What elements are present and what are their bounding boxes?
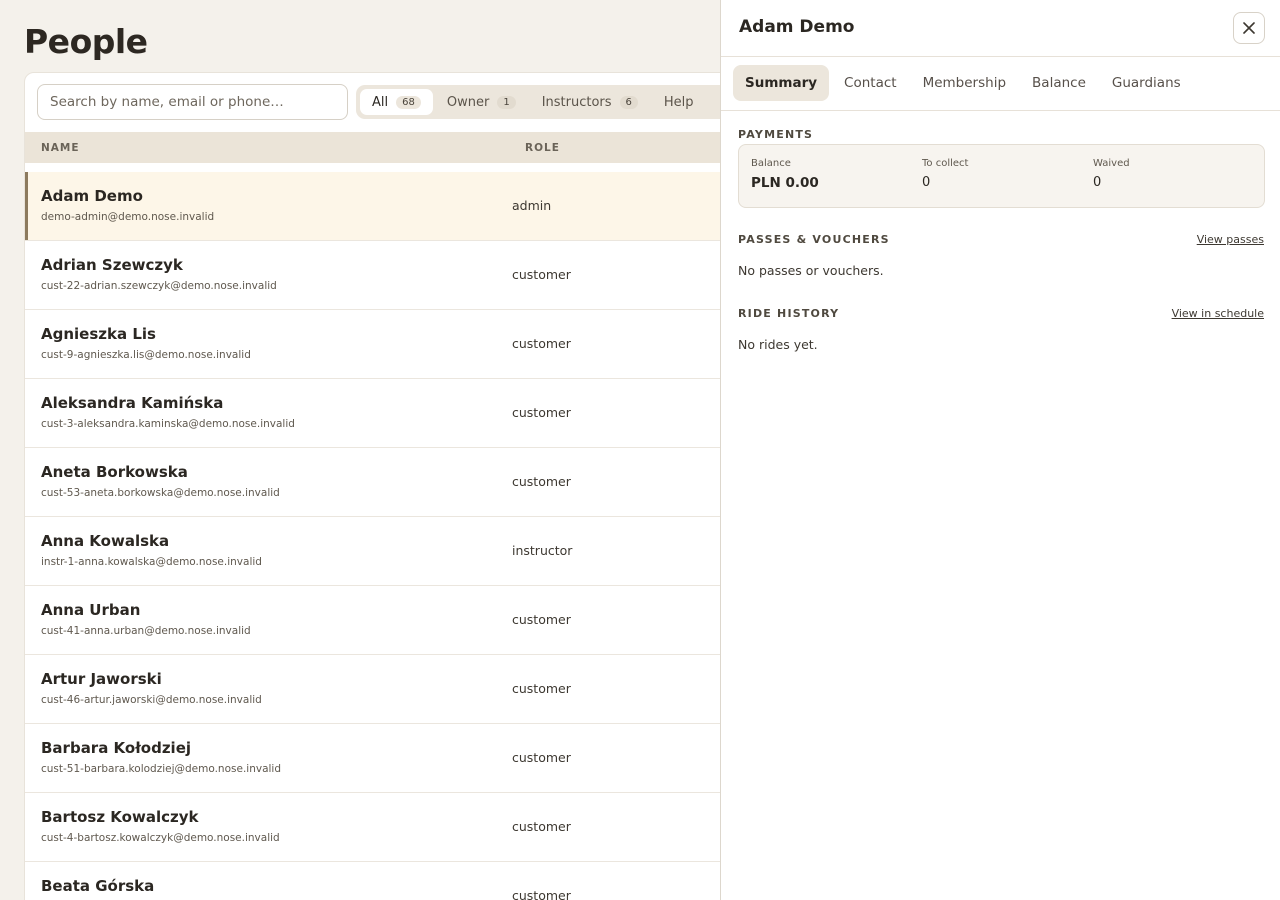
person-role: customer bbox=[512, 405, 571, 420]
table-row[interactable]: Artur Jaworski cust-46-artur.jaworski@de… bbox=[25, 655, 725, 724]
table-row[interactable]: Agnieszka Lis cust-9-agnieszka.lis@demo.… bbox=[25, 310, 725, 379]
role-filter-bar: All 68 Owner 1 Instructors 6 Help bbox=[356, 85, 736, 119]
table-row[interactable]: Anna Urban cust-41-anna.urban@demo.nose.… bbox=[25, 586, 725, 655]
search-input[interactable] bbox=[37, 84, 348, 120]
person-email: cust-53-aneta.borkowska@demo.nose.invali… bbox=[41, 487, 280, 499]
filter-all[interactable]: All 68 bbox=[360, 89, 433, 115]
person-detail-drawer: Adam Demo Summary Contact Membership Bal… bbox=[720, 0, 1280, 900]
person-name: Adrian Szewczyk bbox=[41, 256, 183, 274]
close-button[interactable] bbox=[1233, 12, 1265, 44]
tab-membership[interactable]: Membership bbox=[911, 65, 1018, 101]
person-name: Beata Górska bbox=[41, 877, 155, 895]
waived-label: Waived bbox=[1093, 158, 1130, 169]
person-role: customer bbox=[512, 888, 571, 900]
table-row[interactable]: Bartosz Kowalczyk cust-4-bartosz.kowalcz… bbox=[25, 793, 725, 862]
payments-summary: Balance PLN 0.00 To collect 0 Waived 0 bbox=[738, 144, 1265, 208]
filter-count: 6 bbox=[619, 95, 638, 109]
passes-empty-text: No passes or vouchers. bbox=[738, 263, 884, 278]
table-row[interactable]: Adrian Szewczyk cust-22-adrian.szewczyk@… bbox=[25, 241, 725, 310]
table-row[interactable]: Beata Górska customer bbox=[25, 862, 725, 900]
rides-empty-text: No rides yet. bbox=[738, 337, 818, 352]
person-name: Aneta Borkowska bbox=[41, 463, 188, 481]
balance-stat: Balance PLN 0.00 bbox=[751, 158, 819, 191]
person-role: customer bbox=[512, 474, 571, 489]
table-header: NAME ROLE bbox=[25, 132, 725, 163]
tab-contact[interactable]: Contact bbox=[832, 65, 909, 101]
filter-label: Help bbox=[663, 94, 694, 110]
person-name: Anna Kowalska bbox=[41, 532, 170, 550]
person-email: cust-41-anna.urban@demo.nose.invalid bbox=[41, 625, 251, 637]
person-role: customer bbox=[512, 612, 571, 627]
waived-stat: Waived 0 bbox=[1093, 158, 1130, 190]
person-email: cust-22-adrian.szewczyk@demo.nose.invali… bbox=[41, 280, 277, 292]
person-name: Anna Urban bbox=[41, 601, 141, 619]
tab-balance[interactable]: Balance bbox=[1020, 65, 1098, 101]
table-row[interactable]: Barbara Kołodziej cust-51-barbara.kolodz… bbox=[25, 724, 725, 793]
waived-value: 0 bbox=[1093, 175, 1102, 190]
person-role: customer bbox=[512, 681, 571, 696]
to-collect-label: To collect bbox=[922, 158, 969, 169]
close-icon bbox=[1243, 22, 1255, 34]
table-row[interactable]: Aneta Borkowska cust-53-aneta.borkowska@… bbox=[25, 448, 725, 517]
person-role: admin bbox=[512, 198, 552, 213]
filter-owner[interactable]: Owner 1 bbox=[435, 89, 528, 115]
view-in-schedule-link[interactable]: View in schedule bbox=[1172, 307, 1264, 320]
person-email: cust-46-artur.jaworski@demo.nose.invalid bbox=[41, 694, 262, 706]
person-name: Bartosz Kowalczyk bbox=[41, 808, 199, 826]
filter-count: 1 bbox=[497, 95, 516, 109]
person-name: Barbara Kołodziej bbox=[41, 739, 192, 757]
person-role: customer bbox=[512, 267, 571, 282]
person-email: cust-9-agnieszka.lis@demo.nose.invalid bbox=[41, 349, 251, 361]
filter-label: All bbox=[372, 94, 389, 110]
filter-label: Owner bbox=[446, 94, 490, 110]
person-role: customer bbox=[512, 819, 571, 834]
person-email: demo-admin@demo.nose.invalid bbox=[41, 211, 215, 223]
table-row[interactable]: Adam Demo demo-admin@demo.nose.invalid a… bbox=[25, 172, 725, 241]
person-email: instr-1-anna.kowalska@demo.nose.invalid bbox=[41, 556, 262, 568]
payments-heading: PAYMENTS bbox=[738, 128, 814, 141]
filter-count: 68 bbox=[396, 95, 421, 109]
page-title: People bbox=[24, 22, 148, 61]
column-header-role[interactable]: ROLE bbox=[525, 142, 560, 154]
balance-label: Balance bbox=[751, 158, 791, 169]
drawer-header: Adam Demo bbox=[721, 0, 1280, 57]
people-list: Adam Demo demo-admin@demo.nose.invalid a… bbox=[25, 172, 725, 900]
person-role: customer bbox=[512, 750, 571, 765]
tab-summary[interactable]: Summary bbox=[733, 65, 830, 101]
filter-instructors[interactable]: Instructors 6 bbox=[530, 89, 650, 115]
ride-history-heading: RIDE HISTORY bbox=[738, 307, 840, 320]
drawer-tabs: Summary Contact Membership Balance Guard… bbox=[733, 65, 1195, 101]
table-row[interactable]: Anna Kowalska instr-1-anna.kowalska@demo… bbox=[25, 517, 725, 586]
person-email: cust-3-aleksandra.kaminska@demo.nose.inv… bbox=[41, 418, 295, 430]
balance-value: PLN 0.00 bbox=[751, 175, 819, 191]
drawer-title: Adam Demo bbox=[739, 17, 855, 37]
person-role: customer bbox=[512, 336, 571, 351]
person-name: Aleksandra Kamińska bbox=[41, 394, 224, 412]
table-row[interactable]: Aleksandra Kamińska cust-3-aleksandra.ka… bbox=[25, 379, 725, 448]
to-collect-value: 0 bbox=[922, 175, 931, 190]
tab-guardians[interactable]: Guardians bbox=[1100, 65, 1193, 101]
filter-label: Instructors bbox=[541, 94, 612, 110]
tabs-divider bbox=[721, 110, 1280, 111]
person-name: Artur Jaworski bbox=[41, 670, 162, 688]
filter-help[interactable]: Help bbox=[652, 89, 706, 115]
person-email: cust-4-bartosz.kowalczyk@demo.nose.inval… bbox=[41, 832, 280, 844]
person-name: Agnieszka Lis bbox=[41, 325, 156, 343]
passes-heading: PASSES & VOUCHERS bbox=[738, 233, 890, 246]
person-email: cust-51-barbara.kolodziej@demo.nose.inva… bbox=[41, 763, 281, 775]
view-passes-link[interactable]: View passes bbox=[1197, 233, 1264, 246]
person-name: Adam Demo bbox=[41, 187, 143, 205]
column-header-name[interactable]: NAME bbox=[41, 142, 80, 154]
person-role: instructor bbox=[512, 543, 573, 558]
to-collect-stat: To collect 0 bbox=[922, 158, 968, 190]
